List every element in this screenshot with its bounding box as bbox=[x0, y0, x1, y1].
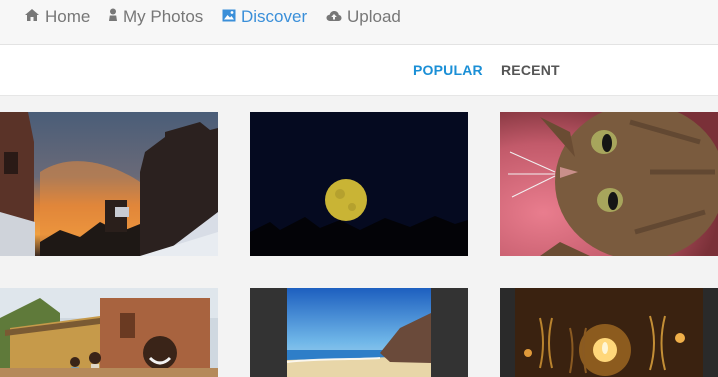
nav-my-photos[interactable]: My Photos bbox=[108, 0, 203, 34]
cat-photo[interactable] bbox=[500, 112, 718, 256]
nav-upload[interactable]: Upload bbox=[326, 0, 401, 34]
candlelight-dinner-photo[interactable] bbox=[500, 288, 718, 377]
cloud-upload-icon bbox=[326, 7, 347, 27]
user-icon bbox=[108, 7, 123, 27]
full-moon-photo[interactable] bbox=[250, 112, 468, 256]
nav-home[interactable]: Home bbox=[24, 0, 90, 34]
top-navigation: Home My Photos Discover Upload bbox=[0, 0, 718, 45]
nav-home-label: Home bbox=[45, 7, 91, 26]
nav-discover[interactable]: Discover bbox=[222, 0, 307, 34]
sunset-rooftops-photo[interactable] bbox=[0, 112, 218, 256]
village-children-photo[interactable] bbox=[0, 288, 218, 377]
beach-photo[interactable] bbox=[250, 288, 468, 377]
sort-tabs-bar: POPULAR RECENT bbox=[0, 45, 718, 96]
picture-icon bbox=[222, 7, 241, 27]
home-icon bbox=[24, 7, 45, 27]
nav-my-photos-label: My Photos bbox=[123, 7, 204, 26]
tab-popular[interactable]: POPULAR bbox=[413, 62, 483, 78]
photo-grid bbox=[0, 96, 718, 377]
nav-discover-label: Discover bbox=[241, 7, 308, 26]
tab-recent[interactable]: RECENT bbox=[501, 62, 560, 78]
nav-upload-label: Upload bbox=[347, 7, 401, 26]
